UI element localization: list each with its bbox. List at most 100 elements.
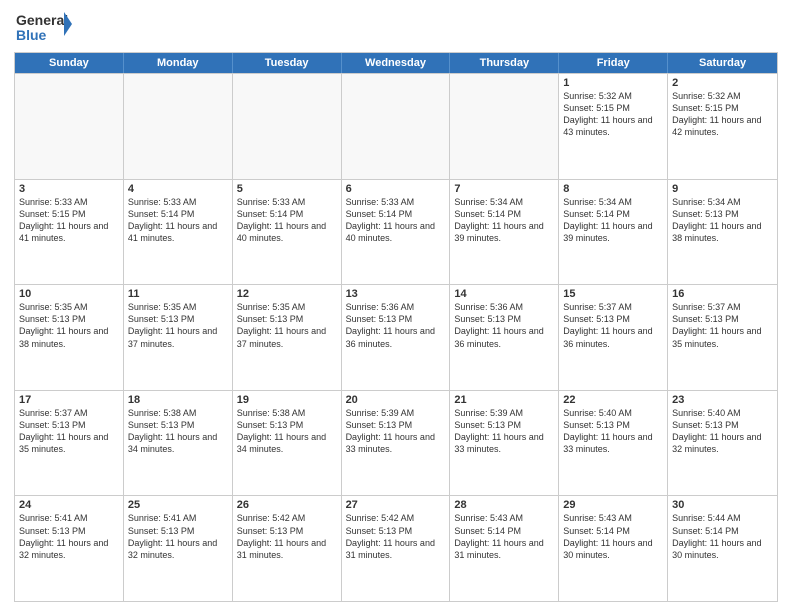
logo-icon: GeneralBlue: [14, 10, 74, 46]
day-info: Sunrise: 5:39 AM Sunset: 5:13 PM Dayligh…: [346, 408, 435, 454]
day-number: 28: [454, 499, 554, 511]
calendar-cell: 20 Sunrise: 5:39 AM Sunset: 5:13 PM Dayli…: [342, 391, 451, 496]
day-number: 11: [128, 288, 228, 300]
day-info: Sunrise: 5:37 AM Sunset: 5:13 PM Dayligh…: [19, 408, 108, 454]
day-info: Sunrise: 5:43 AM Sunset: 5:14 PM Dayligh…: [563, 513, 652, 559]
calendar-cell: [450, 74, 559, 179]
day-number: 22: [563, 394, 663, 406]
calendar-cell: [15, 74, 124, 179]
day-number: 16: [672, 288, 773, 300]
day-info: Sunrise: 5:42 AM Sunset: 5:13 PM Dayligh…: [237, 513, 326, 559]
day-info: Sunrise: 5:38 AM Sunset: 5:13 PM Dayligh…: [128, 408, 217, 454]
day-number: 30: [672, 499, 773, 511]
calendar-body: 1 Sunrise: 5:32 AM Sunset: 5:15 PM Daylig…: [15, 73, 777, 601]
day-info: Sunrise: 5:33 AM Sunset: 5:14 PM Dayligh…: [346, 197, 435, 243]
day-info: Sunrise: 5:34 AM Sunset: 5:13 PM Dayligh…: [672, 197, 761, 243]
day-number: 29: [563, 499, 663, 511]
calendar-row: 10 Sunrise: 5:35 AM Sunset: 5:13 PM Dayli…: [15, 284, 777, 390]
calendar-cell: [342, 74, 451, 179]
day-info: Sunrise: 5:34 AM Sunset: 5:14 PM Dayligh…: [454, 197, 543, 243]
calendar-cell: 23 Sunrise: 5:40 AM Sunset: 5:13 PM Dayli…: [668, 391, 777, 496]
day-number: 27: [346, 499, 446, 511]
day-number: 14: [454, 288, 554, 300]
day-number: 5: [237, 183, 337, 195]
calendar-cell: 2 Sunrise: 5:32 AM Sunset: 5:15 PM Daylig…: [668, 74, 777, 179]
day-number: 9: [672, 183, 773, 195]
calendar-header-row: SundayMondayTuesdayWednesdayThursdayFrid…: [15, 53, 777, 73]
calendar: SundayMondayTuesdayWednesdayThursdayFrid…: [14, 52, 778, 602]
calendar-cell: 28 Sunrise: 5:43 AM Sunset: 5:14 PM Dayli…: [450, 496, 559, 601]
calendar-cell: 16 Sunrise: 5:37 AM Sunset: 5:13 PM Dayli…: [668, 285, 777, 390]
page: GeneralBlue SundayMondayTuesdayWednesday…: [0, 0, 792, 612]
calendar-cell: 7Sunrise: 5:34 AM Sunset: 5:14 PM Daylig…: [450, 180, 559, 285]
day-number: 24: [19, 499, 119, 511]
day-number: 21: [454, 394, 554, 406]
day-number: 23: [672, 394, 773, 406]
calendar-header-cell: Friday: [559, 53, 668, 73]
calendar-cell: 12 Sunrise: 5:35 AM Sunset: 5:13 PM Dayli…: [233, 285, 342, 390]
svg-text:General: General: [16, 12, 68, 28]
day-info: Sunrise: 5:43 AM Sunset: 5:14 PM Dayligh…: [454, 513, 543, 559]
day-number: 8: [563, 183, 663, 195]
calendar-cell: 27 Sunrise: 5:42 AM Sunset: 5:13 PM Dayli…: [342, 496, 451, 601]
day-info: Sunrise: 5:33 AM Sunset: 5:15 PM Dayligh…: [19, 197, 108, 243]
header: GeneralBlue: [14, 10, 778, 46]
day-info: Sunrise: 5:35 AM Sunset: 5:13 PM Dayligh…: [237, 302, 326, 348]
calendar-header-cell: Wednesday: [342, 53, 451, 73]
day-number: 17: [19, 394, 119, 406]
day-info: Sunrise: 5:32 AM Sunset: 5:15 PM Dayligh…: [672, 91, 761, 137]
day-number: 18: [128, 394, 228, 406]
calendar-cell: 6 Sunrise: 5:33 AM Sunset: 5:14 PM Daylig…: [342, 180, 451, 285]
day-info: Sunrise: 5:37 AM Sunset: 5:13 PM Dayligh…: [563, 302, 652, 348]
day-info: Sunrise: 5:36 AM Sunset: 5:13 PM Dayligh…: [346, 302, 435, 348]
calendar-cell: 22 Sunrise: 5:40 AM Sunset: 5:13 PM Dayli…: [559, 391, 668, 496]
calendar-cell: 15 Sunrise: 5:37 AM Sunset: 5:13 PM Dayli…: [559, 285, 668, 390]
day-info: Sunrise: 5:44 AM Sunset: 5:14 PM Dayligh…: [672, 513, 761, 559]
calendar-header-cell: Tuesday: [233, 53, 342, 73]
svg-text:Blue: Blue: [16, 27, 47, 43]
day-info: Sunrise: 5:40 AM Sunset: 5:13 PM Dayligh…: [672, 408, 761, 454]
day-info: Sunrise: 5:42 AM Sunset: 5:13 PM Dayligh…: [346, 513, 435, 559]
calendar-cell: 30 Sunrise: 5:44 AM Sunset: 5:14 PM Dayli…: [668, 496, 777, 601]
calendar-header-cell: Thursday: [450, 53, 559, 73]
calendar-row: 3 Sunrise: 5:33 AM Sunset: 5:15 PM Daylig…: [15, 179, 777, 285]
day-info: Sunrise: 5:33 AM Sunset: 5:14 PM Dayligh…: [128, 197, 217, 243]
calendar-cell: [233, 74, 342, 179]
day-number: 19: [237, 394, 337, 406]
calendar-header-cell: Sunday: [15, 53, 124, 73]
day-info: Sunrise: 5:38 AM Sunset: 5:13 PM Dayligh…: [237, 408, 326, 454]
calendar-cell: 21Sunrise: 5:39 AM Sunset: 5:13 PM Dayli…: [450, 391, 559, 496]
day-info: Sunrise: 5:40 AM Sunset: 5:13 PM Dayligh…: [563, 408, 652, 454]
calendar-cell: 9 Sunrise: 5:34 AM Sunset: 5:13 PM Daylig…: [668, 180, 777, 285]
day-number: 13: [346, 288, 446, 300]
calendar-cell: 19 Sunrise: 5:38 AM Sunset: 5:13 PM Dayli…: [233, 391, 342, 496]
day-number: 1: [563, 77, 663, 89]
calendar-row: 1 Sunrise: 5:32 AM Sunset: 5:15 PM Daylig…: [15, 73, 777, 179]
day-number: 20: [346, 394, 446, 406]
day-number: 10: [19, 288, 119, 300]
calendar-cell: 8Sunrise: 5:34 AM Sunset: 5:14 PM Daylig…: [559, 180, 668, 285]
day-number: 2: [672, 77, 773, 89]
calendar-cell: 1Sunrise: 5:32 AM Sunset: 5:15 PM Daylig…: [559, 74, 668, 179]
calendar-header-cell: Saturday: [668, 53, 777, 73]
calendar-cell: 13 Sunrise: 5:36 AM Sunset: 5:13 PM Dayli…: [342, 285, 451, 390]
calendar-cell: 25Sunrise: 5:41 AM Sunset: 5:13 PM Dayli…: [124, 496, 233, 601]
calendar-header-cell: Monday: [124, 53, 233, 73]
calendar-cell: 17 Sunrise: 5:37 AM Sunset: 5:13 PM Dayli…: [15, 391, 124, 496]
day-info: Sunrise: 5:37 AM Sunset: 5:13 PM Dayligh…: [672, 302, 761, 348]
day-number: 15: [563, 288, 663, 300]
calendar-cell: 14Sunrise: 5:36 AM Sunset: 5:13 PM Dayli…: [450, 285, 559, 390]
day-number: 3: [19, 183, 119, 195]
calendar-row: 24 Sunrise: 5:41 AM Sunset: 5:13 PM Dayli…: [15, 495, 777, 601]
day-info: Sunrise: 5:35 AM Sunset: 5:13 PM Dayligh…: [128, 302, 217, 348]
day-number: 26: [237, 499, 337, 511]
calendar-cell: 10Sunrise: 5:35 AM Sunset: 5:13 PM Dayli…: [15, 285, 124, 390]
calendar-cell: [124, 74, 233, 179]
day-info: Sunrise: 5:41 AM Sunset: 5:13 PM Dayligh…: [128, 513, 217, 559]
day-number: 6: [346, 183, 446, 195]
calendar-cell: 5Sunrise: 5:33 AM Sunset: 5:14 PM Daylig…: [233, 180, 342, 285]
day-info: Sunrise: 5:41 AM Sunset: 5:13 PM Dayligh…: [19, 513, 108, 559]
day-number: 12: [237, 288, 337, 300]
calendar-cell: 29 Sunrise: 5:43 AM Sunset: 5:14 PM Dayli…: [559, 496, 668, 601]
calendar-cell: 26 Sunrise: 5:42 AM Sunset: 5:13 PM Dayli…: [233, 496, 342, 601]
